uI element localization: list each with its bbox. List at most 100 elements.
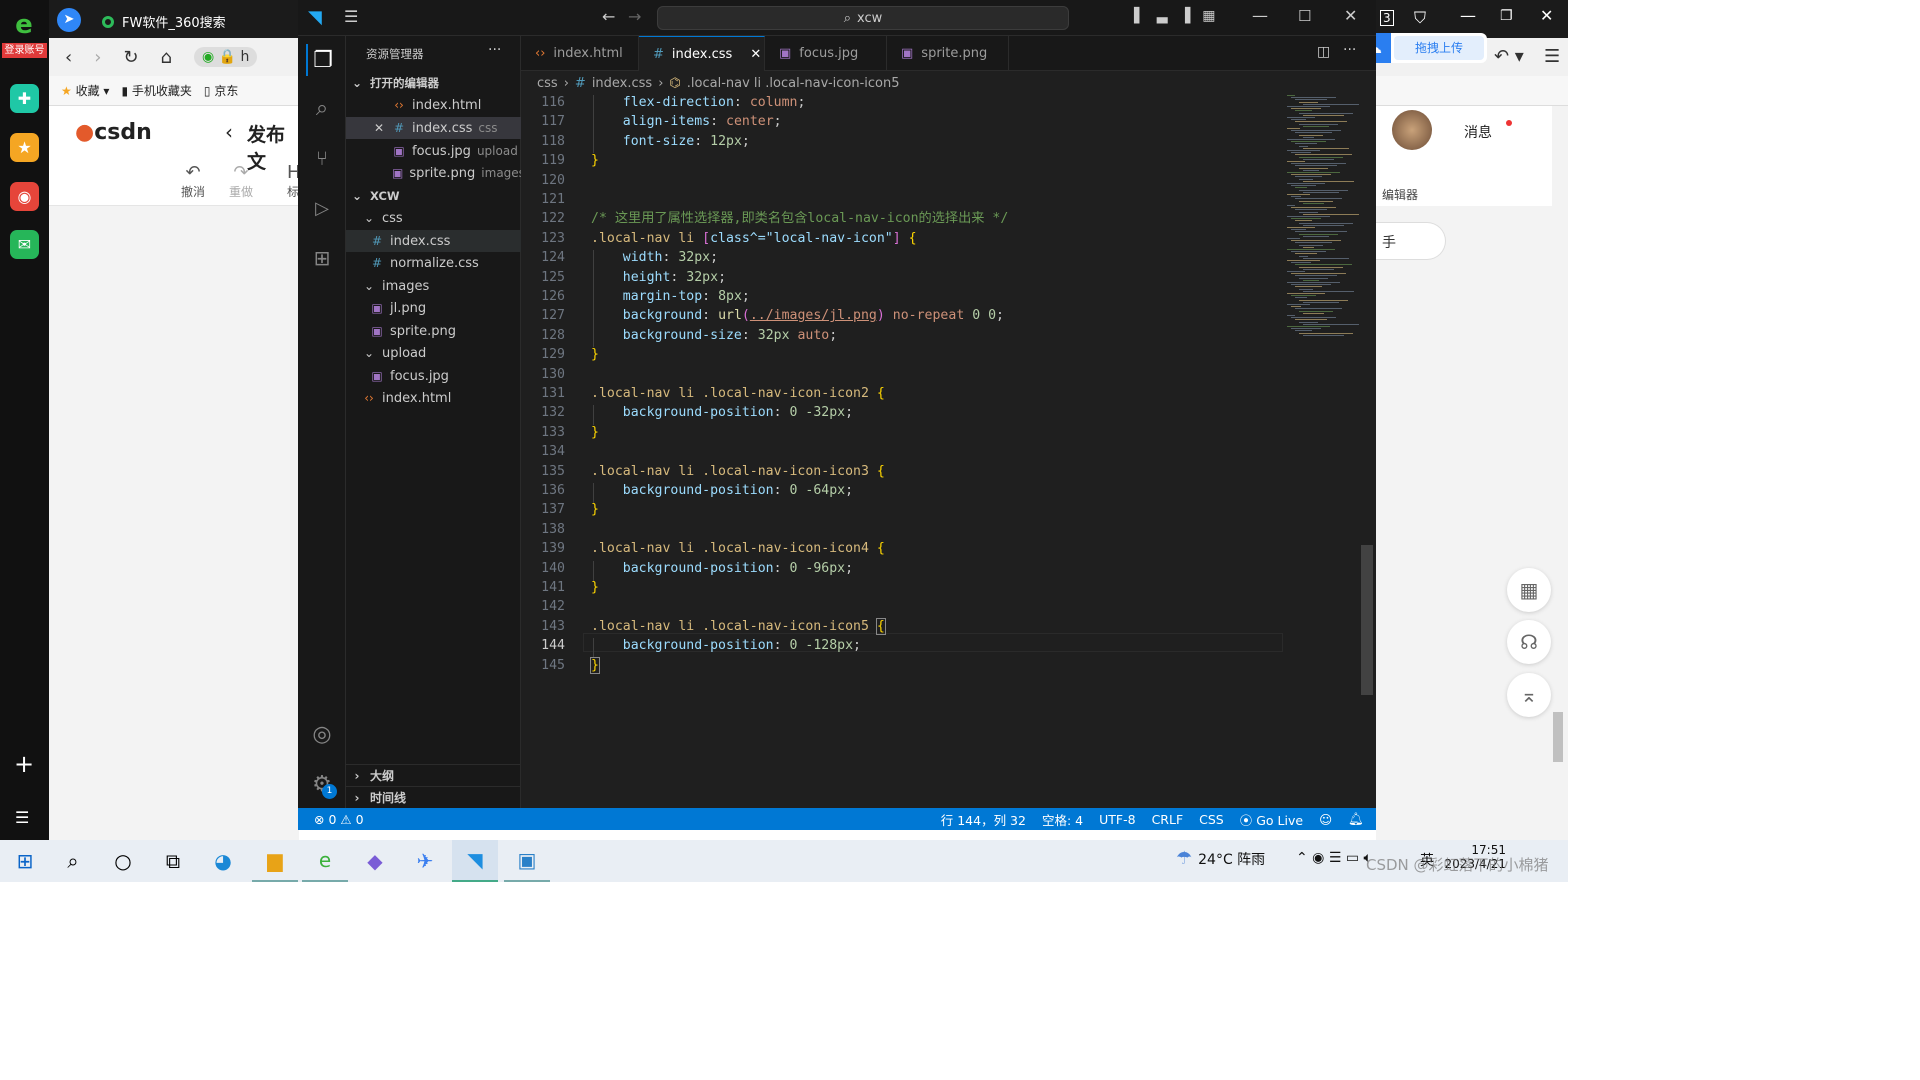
open-editor-item[interactable]: ▣ sprite.png images	[346, 162, 525, 184]
open-editor-item[interactable]: ✕ # index.css css	[346, 117, 521, 139]
task-view-icon[interactable]: ⧉	[150, 840, 196, 882]
weibo-icon[interactable]: ◉	[10, 182, 39, 211]
search-icon[interactable]: ⌕	[306, 92, 338, 124]
address-bar[interactable]: ◉ 🔒 h	[193, 47, 258, 67]
ie-logo-icon[interactable]: e	[6, 10, 42, 44]
timeline-header[interactable]: › 时间线	[346, 786, 521, 808]
edge-icon[interactable]: ◕	[200, 840, 246, 882]
layout-controls[interactable]: ▌▃▐▦	[1134, 8, 1228, 24]
indentation[interactable]: 空格: 4	[1042, 810, 1083, 829]
more-actions-icon[interactable]: ···	[488, 42, 501, 58]
account-icon[interactable]: ◎	[306, 718, 338, 750]
cortana-icon[interactable]: ○	[100, 840, 146, 882]
assistant-button[interactable]: 手	[1376, 222, 1446, 260]
shirt-icon[interactable]: ⛉	[1414, 8, 1426, 28]
tree-file[interactable]: ▣ sprite.png	[346, 320, 521, 342]
vscode-taskbar-icon[interactable]: ◥	[452, 840, 498, 882]
back-icon[interactable]: ←	[602, 7, 615, 26]
restore-icon[interactable]: ❐	[1500, 8, 1513, 24]
breadcrumb-folder[interactable]: css	[537, 76, 558, 91]
close-icon[interactable]: ✕	[372, 121, 386, 135]
tree-folder[interactable]: ⌄ css	[346, 207, 521, 229]
avatar[interactable]	[1392, 110, 1432, 150]
bookmark-mobile[interactable]: ▮ 手机收藏夹	[121, 82, 191, 99]
file-explorer-icon[interactable]: ▆	[252, 840, 298, 882]
undo-button[interactable]: ↶ 撤消	[173, 162, 213, 200]
maximize-icon[interactable]: ☐	[1298, 7, 1311, 25]
app-icon[interactable]: ◆	[352, 840, 398, 882]
minimap[interactable]	[1283, 95, 1361, 395]
open-editors-header[interactable]: ⌄ 打开的编辑器	[346, 72, 521, 94]
breadcrumb-symbol[interactable]: .local-nav li .local-nav-icon-icon5	[687, 76, 900, 91]
home-icon[interactable]: ⌂	[161, 47, 172, 68]
editor-scrollbar[interactable]	[1361, 545, 1373, 695]
explorer-icon[interactable]: ❐	[306, 44, 338, 76]
menu-icon[interactable]: ☰	[1544, 46, 1560, 67]
open-editor-item[interactable]: ▣ focus.jpg upload	[346, 140, 521, 162]
start-icon[interactable]: ⊞	[2, 840, 48, 882]
back-arrow-icon[interactable]: ‹	[225, 120, 233, 144]
login-button[interactable]: 登录账号	[2, 43, 47, 58]
undo-tab-icon[interactable]: ↶ ▾	[1494, 46, 1524, 67]
add-icon[interactable]: +	[14, 750, 34, 778]
tree-file[interactable]: ▣ focus.jpg	[346, 365, 521, 387]
menu-icon[interactable]: ☰	[15, 808, 29, 827]
extensions-icon[interactable]: ⊞	[306, 242, 338, 274]
tree-folder[interactable]: ⌄ upload	[346, 342, 521, 364]
bookmark-favorites[interactable]: ★ 收藏 ▾	[61, 82, 109, 99]
minimize-icon[interactable]: —	[1460, 6, 1476, 25]
tree-file[interactable]: ‹› index.html	[346, 387, 521, 409]
close-icon[interactable]: ✕	[1344, 6, 1357, 25]
run-debug-icon[interactable]: ▷	[306, 192, 338, 224]
tree-file[interactable]: # index.css	[346, 230, 521, 252]
back-icon[interactable]: ‹	[65, 47, 72, 68]
photos-icon[interactable]: ▣	[504, 840, 550, 882]
go-live-button[interactable]: ⦿ Go Live	[1240, 810, 1303, 829]
menu-icon[interactable]: ☰	[344, 7, 358, 26]
project-folder-header[interactable]: ⌄ XCW	[346, 185, 521, 207]
breadcrumb-file[interactable]: index.css	[592, 76, 652, 91]
source-control-icon[interactable]: ⑂	[306, 142, 338, 174]
navigate-icon[interactable]: ➤	[57, 8, 81, 32]
tab-focus-jpg[interactable]: ▣ focus.jpg	[765, 36, 887, 71]
redo-button[interactable]: ↷ 重做	[221, 162, 261, 200]
forward-icon[interactable]: →	[628, 7, 641, 26]
search-icon[interactable]: ⌕	[50, 840, 96, 882]
command-center-search[interactable]: ⌕ xcw	[657, 6, 1069, 30]
cursor-position[interactable]: 行 144，列 32	[941, 810, 1026, 829]
feedback-icon[interactable]: ☺	[1319, 812, 1332, 827]
close-icon[interactable]: ✕	[1540, 6, 1553, 25]
tab-index-css[interactable]: # index.css ✕	[639, 36, 765, 71]
code-editor[interactable]: 116 117 118 119 120 121 122 123 124 125 126 127 128 1…	[521, 95, 1376, 808]
problems-indicator[interactable]: ⊗ 0 ⚠ 0	[314, 812, 364, 827]
headset-icon[interactable]: ☊	[1507, 620, 1551, 664]
plugin-icon[interactable]: ✚	[10, 84, 39, 113]
reload-icon[interactable]: ↻	[123, 47, 138, 68]
outline-header[interactable]: › 大纲	[346, 764, 521, 786]
tab-count-badge[interactable]: 3	[1380, 10, 1394, 26]
tree-folder[interactable]: ⌄ images	[346, 275, 521, 297]
language-mode[interactable]: CSS	[1199, 812, 1224, 827]
browser-tab[interactable]: FW软件_360搜索	[92, 5, 298, 38]
tray-icons[interactable]: ⌃ ◉ ☰ ▭ 🔈︎	[1296, 850, 1372, 866]
csdn-logo[interactable]: ●csdn	[75, 120, 152, 145]
editor-label[interactable]: 编辑器	[1382, 186, 1418, 203]
open-editor-item[interactable]: ‹› index.html	[346, 94, 521, 116]
encoding[interactable]: UTF-8	[1099, 812, 1135, 827]
feishu-icon[interactable]: ✈	[402, 840, 448, 882]
weather-widget[interactable]: ☂ 24°C 阵雨	[1176, 848, 1265, 869]
tab-sprite-png[interactable]: ▣ sprite.png	[887, 36, 1009, 71]
bell-icon[interactable]: 🔔︎	[1348, 811, 1364, 827]
tab-index-html[interactable]: ‹› index.html	[521, 36, 639, 71]
tree-file[interactable]: ▣ jl.png	[346, 297, 521, 319]
qrcode-icon[interactable]: ▦	[1507, 568, 1551, 612]
more-actions-icon[interactable]: ···	[1343, 42, 1356, 58]
bookmark-jd[interactable]: ▯ 京东	[204, 82, 238, 99]
tree-file[interactable]: # normalize.css	[346, 252, 521, 274]
close-icon[interactable]: ✕	[750, 47, 761, 62]
forward-icon[interactable]: ›	[94, 47, 101, 68]
back-to-top-icon[interactable]: ⌅	[1507, 673, 1551, 717]
star-icon[interactable]: ★	[10, 133, 39, 162]
split-editor-icon[interactable]: ◫	[1317, 44, 1330, 60]
messages-link[interactable]: 消息	[1464, 122, 1492, 142]
